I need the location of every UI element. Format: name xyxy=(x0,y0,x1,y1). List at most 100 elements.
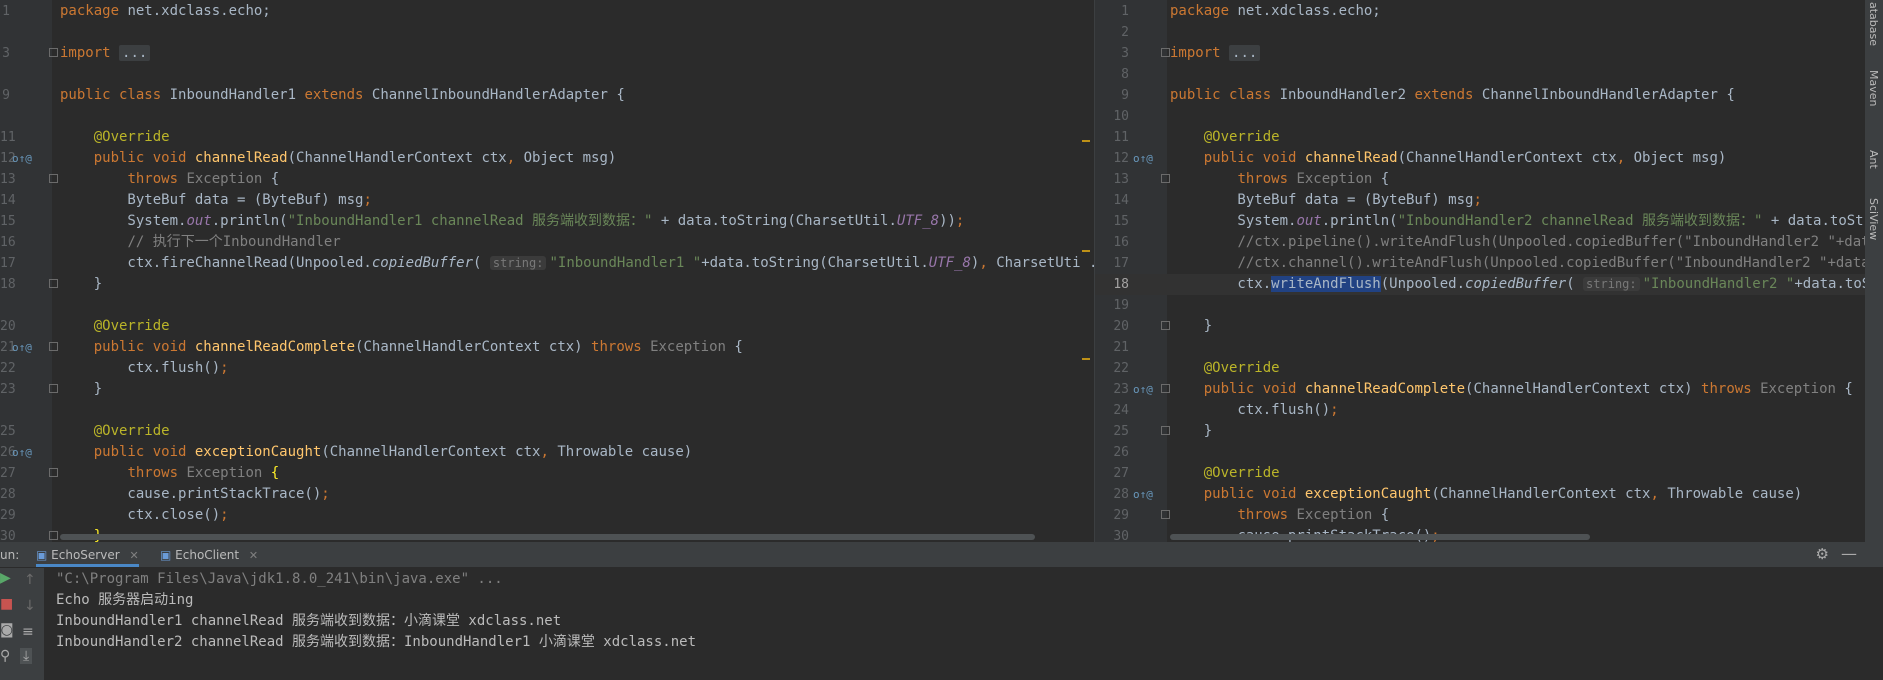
run-tab-bar: un: ▣ EchoServer ✕ ▣ EchoClient ✕ ⚙ — xyxy=(0,543,1883,567)
code-line[interactable]: 11 @Override xyxy=(0,127,1094,148)
close-icon[interactable]: ✕ xyxy=(129,549,138,562)
scroll-to-end-icon[interactable]: ⤓ xyxy=(20,648,33,664)
code-line[interactable]: 27 throws Exception { xyxy=(0,463,1094,484)
selected-text[interactable]: writeAndFlush xyxy=(1271,276,1381,292)
fold-icon[interactable] xyxy=(49,279,58,288)
code-line[interactable]: 21 o↑@ public void channelReadComplete(Ch… xyxy=(0,337,1094,358)
tab-echoclient[interactable]: ▣ EchoClient ✕ xyxy=(160,543,258,567)
fold-icon[interactable] xyxy=(1161,321,1170,330)
line-number: 22 xyxy=(0,361,16,376)
code-line[interactable]: 16 // 执行下一个InboundHandler xyxy=(0,232,1094,253)
line-number: 23 xyxy=(0,382,16,397)
fold-icon[interactable] xyxy=(1161,174,1170,183)
code-line[interactable]: 1 package net.xdclass.echo; xyxy=(0,1,1094,22)
fold-icon[interactable] xyxy=(49,342,58,351)
line-number: 20 xyxy=(1113,319,1129,334)
code-line[interactable]: 8 xyxy=(1095,64,1866,85)
code-line[interactable]: 23 o↑@ public void channelReadComplete(Ch… xyxy=(1095,379,1866,400)
tool-maven[interactable]: Maven xyxy=(1867,70,1880,106)
line-number: 21 xyxy=(1113,340,1129,355)
code-line[interactable]: 13 throws Exception { xyxy=(1095,169,1866,190)
code-line[interactable]: 21 xyxy=(1095,337,1866,358)
fold-icon[interactable] xyxy=(1161,384,1170,393)
code-line[interactable]: 20 } xyxy=(1095,316,1866,337)
line-number: 3 xyxy=(2,46,10,61)
code-line-current[interactable]: 18 ctx.writeAndFlush(Unpooled.copiedBuff… xyxy=(1095,274,1866,295)
code-line[interactable]: 3 import ... xyxy=(0,43,1094,64)
code-line[interactable]: 15 System.out.println("InboundHandler2 c… xyxy=(1095,211,1866,232)
code-line[interactable]: 29 ctx.close(); xyxy=(0,505,1094,526)
code-line[interactable]: 14 ByteBuf data = (ByteBuf) msg; xyxy=(0,190,1094,211)
soft-wrap-icon[interactable]: ≡ xyxy=(22,624,34,640)
code-line[interactable]: 3 import ... xyxy=(1095,43,1866,64)
code-line[interactable]: 12 o↑@ public void channelRead(ChannelHan… xyxy=(0,148,1094,169)
code-line[interactable]: 28 cause.printStackTrace(); xyxy=(0,484,1094,505)
code-line[interactable]: 2 xyxy=(1095,22,1866,43)
pin-icon[interactable]: ⚲ xyxy=(0,648,10,664)
code-line[interactable]: 26 xyxy=(1095,442,1866,463)
code-line[interactable]: 25 } xyxy=(1095,421,1866,442)
rerun-icon[interactable]: ▶ xyxy=(0,570,11,586)
minimize-icon[interactable]: — xyxy=(1841,544,1857,563)
code-line[interactable]: 16 //ctx.pipeline().writeAndFlush(Unpool… xyxy=(1095,232,1866,253)
code-line[interactable]: 12 o↑@ public void channelRead(ChannelHan… xyxy=(1095,148,1866,169)
code-line[interactable]: 11 @Override xyxy=(1095,127,1866,148)
gear-icon[interactable]: ⚙ xyxy=(1816,545,1829,563)
editor-left[interactable]: 1 package net.xdclass.echo; 3 import ... 9… xyxy=(0,0,1094,542)
code-line[interactable]: 23 } xyxy=(0,379,1094,400)
fold-icon[interactable] xyxy=(49,468,58,477)
code-line[interactable]: 28 o↑@ public void exceptionCaught(Channe… xyxy=(1095,484,1866,505)
close-icon[interactable]: ✕ xyxy=(249,549,258,562)
tab-echoserver[interactable]: ▣ EchoServer ✕ xyxy=(36,543,139,567)
code-line[interactable]: 9 public class InboundHandler2 extends Ch… xyxy=(1095,85,1866,106)
override-marker-icon[interactable]: o↑@ xyxy=(1133,148,1153,169)
fold-icon[interactable] xyxy=(1161,426,1170,435)
code-line[interactable]: 17 //ctx.channel().writeAndFlush(Unpoole… xyxy=(1095,253,1866,274)
code-line[interactable]: 10 xyxy=(1095,106,1866,127)
fold-icon[interactable] xyxy=(49,174,58,183)
fold-icon[interactable] xyxy=(49,48,58,57)
code-line[interactable]: 9 public class InboundHandler1 extends Ch… xyxy=(0,85,1094,106)
code-line[interactable]: 17 ctx.fireChannelRead(Unpooled.copiedBu… xyxy=(0,253,1094,274)
code-line[interactable]: 14 ByteBuf data = (ByteBuf) msg; xyxy=(1095,190,1866,211)
down-arrow-icon[interactable]: ↓ xyxy=(24,598,36,614)
fold-icon[interactable] xyxy=(1161,48,1170,57)
folded-imports[interactable]: ... xyxy=(1229,45,1261,61)
horizontal-scrollbar[interactable] xyxy=(1170,534,1590,540)
vertical-scrollbar[interactable] xyxy=(1080,0,1092,542)
line-number: 25 xyxy=(1113,424,1129,439)
editor-right[interactable]: 1 package net.xdclass.echo; 2 3 import ...… xyxy=(1094,0,1866,542)
tool-ant[interactable]: Ant xyxy=(1867,150,1880,169)
override-marker-icon[interactable]: o↑@ xyxy=(1133,484,1153,505)
tool-database[interactable]: atabase xyxy=(1867,2,1880,46)
code-line[interactable]: 19 xyxy=(1095,295,1866,316)
line-number: 13 xyxy=(0,172,16,187)
override-marker-icon[interactable]: o↑@ xyxy=(12,337,32,358)
stop-icon[interactable]: ■ xyxy=(0,596,13,612)
tool-sciview[interactable]: SciView xyxy=(1867,198,1880,240)
code-line[interactable]: 18 } xyxy=(0,274,1094,295)
code-line[interactable]: 27 @Override xyxy=(1095,463,1866,484)
fold-icon[interactable] xyxy=(49,384,58,393)
code-line[interactable]: 24 ctx.flush(); xyxy=(1095,400,1866,421)
camera-icon[interactable]: ◙ xyxy=(0,622,14,638)
line-number: 27 xyxy=(0,466,16,481)
code-line[interactable]: 15 System.out.println("InboundHandler1 c… xyxy=(0,211,1094,232)
fold-icon[interactable] xyxy=(49,531,58,540)
code-line[interactable]: 20 @Override xyxy=(0,316,1094,337)
code-line[interactable]: 25 @Override xyxy=(0,421,1094,442)
override-marker-icon[interactable]: o↑@ xyxy=(12,442,32,463)
code-line[interactable]: 22 ctx.flush(); xyxy=(0,358,1094,379)
code-line[interactable]: 29 throws Exception { xyxy=(1095,505,1866,526)
code-line[interactable]: 1 package net.xdclass.echo; xyxy=(1095,1,1866,22)
override-marker-icon[interactable]: o↑@ xyxy=(12,148,32,169)
code-line[interactable]: 13 throws Exception { xyxy=(0,169,1094,190)
code-line[interactable]: 22 @Override xyxy=(1095,358,1866,379)
horizontal-scrollbar[interactable] xyxy=(60,534,1035,540)
fold-icon[interactable] xyxy=(1161,510,1170,519)
folded-imports[interactable]: ... xyxy=(119,45,151,61)
override-marker-icon[interactable]: o↑@ xyxy=(1133,379,1153,400)
up-arrow-icon[interactable]: ↑ xyxy=(24,572,36,588)
code-line[interactable]: 26 o↑@ public void exceptionCaught(Channe… xyxy=(0,442,1094,463)
line-number: 12 xyxy=(1113,151,1129,166)
